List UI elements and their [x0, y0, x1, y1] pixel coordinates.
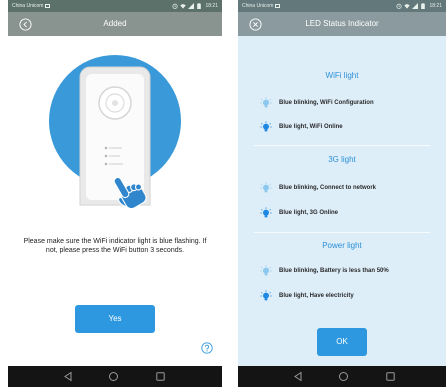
status-bar: China Unicom 18:21: [8, 0, 222, 12]
status-icons: 18:21: [172, 3, 218, 9]
home-nav-icon[interactable]: [108, 371, 119, 382]
led-status-screen: China Unicom 18:21 LED Status Indicator …: [238, 0, 446, 387]
list-item: Blue light, WiFi Online: [260, 121, 343, 133]
led-description: Blue blinking, Connect to network: [279, 185, 377, 191]
alarm-icon: [172, 3, 179, 9]
section-heading-3g: 3G light: [328, 155, 356, 164]
led-description: Blue light, WiFi Online: [279, 124, 343, 130]
content-area: [238, 36, 446, 366]
led-description: Blue light, 3G Online: [279, 210, 339, 216]
back-nav-icon[interactable]: [293, 371, 304, 382]
added-screen: China Unicom 18:21 Added Please make sur…: [8, 0, 222, 387]
section-divider: [254, 145, 430, 146]
bulb-on-icon: [260, 121, 272, 133]
section-heading-wifi: WiFi light: [325, 71, 359, 80]
status-time: 18:21: [205, 3, 218, 9]
header-bar: LED Status Indicator: [238, 12, 446, 36]
section-divider: [254, 232, 430, 233]
section-heading-power: Power light: [322, 241, 362, 250]
signal-icon: [188, 3, 195, 9]
instruction-text: Please make sure the WiFi indicator ligh…: [23, 238, 207, 254]
list-item: Blue blinking, Battery is less than 50%: [260, 265, 389, 277]
bulb-blinking-icon: [260, 97, 272, 109]
wifi-icon: [404, 3, 411, 9]
page-title: LED Status Indicator: [305, 19, 379, 28]
alarm-icon: [396, 3, 403, 9]
battery-icon: [420, 3, 426, 9]
list-item: Blue light, 3G Online: [260, 207, 338, 219]
recents-nav-icon[interactable]: [155, 371, 166, 382]
status-bar: China Unicom 18:21: [238, 0, 446, 12]
led-description: Blue light, Have electricity: [279, 293, 354, 299]
status-icons: 18:21: [396, 3, 442, 9]
bulb-on-icon: [260, 207, 272, 219]
ok-button[interactable]: OK: [317, 328, 367, 356]
page-title: Added: [103, 19, 127, 28]
bulb-on-icon: [260, 290, 272, 302]
carrier: China Unicom: [12, 3, 51, 9]
header-bar: Added: [8, 12, 222, 36]
wifi-icon: [180, 3, 187, 9]
sim-image-icon: [45, 4, 51, 8]
recents-nav-icon[interactable]: [385, 371, 396, 382]
status-time: 18:21: [429, 3, 442, 9]
signal-icon: [412, 3, 419, 9]
carrier-name: China Unicom: [12, 3, 44, 9]
home-nav-icon[interactable]: [338, 371, 349, 382]
list-item: Blue blinking, Connect to network: [260, 182, 376, 194]
list-item: Blue blinking, WiFi Configuration: [260, 97, 374, 109]
led-description: Blue blinking, WiFi Configuration: [279, 100, 374, 106]
bulb-blinking-icon: [260, 182, 272, 194]
back-nav-icon[interactable]: [63, 371, 74, 382]
bulb-blinking-icon: [260, 265, 272, 277]
sim-image-icon: [275, 4, 281, 8]
carrier-name: China Unicom: [242, 3, 274, 9]
carrier: China Unicom: [242, 3, 281, 9]
help-icon[interactable]: [201, 342, 213, 354]
list-item: Blue light, Have electricity: [260, 290, 354, 302]
led-description: Blue blinking, Battery is less than 50%: [279, 268, 389, 274]
setup-illustration: [49, 55, 181, 210]
battery-icon: [196, 3, 202, 9]
nav-bar: [238, 366, 446, 387]
nav-bar: [8, 366, 222, 387]
power-button-icon: [98, 86, 132, 120]
yes-button[interactable]: Yes: [75, 305, 155, 333]
